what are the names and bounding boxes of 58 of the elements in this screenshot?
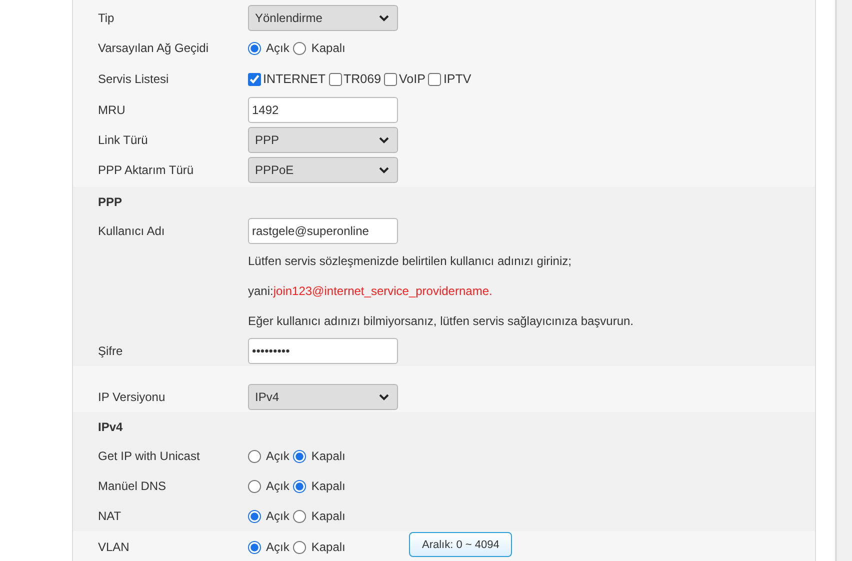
dropdown[interactable]: IPv4: [248, 384, 398, 410]
dropdown[interactable]: PPPoE: [248, 157, 398, 183]
checkbox[interactable]: [428, 72, 442, 86]
field-label: Şifre: [98, 344, 124, 358]
checkbox[interactable]: [384, 72, 398, 86]
radio-button[interactable]: [293, 450, 306, 462]
radio-button[interactable]: [248, 450, 261, 462]
option-label: Açık: [266, 509, 290, 523]
radio-button[interactable]: [293, 42, 306, 54]
section-heading: IPv4: [97, 418, 124, 436]
radio-button[interactable]: [248, 42, 261, 54]
radio-button[interactable]: [248, 480, 261, 492]
section-heading: PPP: [97, 194, 124, 210]
radio-button[interactable]: [248, 510, 261, 522]
field-label: Link Türü: [98, 133, 149, 147]
input-field[interactable]: rastgele@superonline: [248, 218, 398, 244]
option-label: Açık: [266, 41, 290, 55]
hint-text: Eğer kullanıcı adınızı bilmiyorsanız, lütfen servis sağlayıcınıza başvurun.: [248, 314, 635, 328]
radio-button[interactable]: [248, 540, 261, 554]
option-label: INTERNET: [263, 72, 326, 86]
option-label: Açık: [266, 540, 290, 554]
chevron-down-icon: [379, 136, 389, 144]
checkbox[interactable]: [328, 72, 342, 86]
field-label: Varsayılan Ağ Geçidi: [98, 41, 210, 55]
option-label: Kapalı: [311, 540, 346, 554]
field-label: Manüel DNS: [98, 479, 168, 493]
checkbox[interactable]: [248, 72, 261, 86]
input-field[interactable]: •••••••••: [248, 338, 398, 364]
radio-button[interactable]: [293, 540, 306, 554]
field-label: Tip: [98, 11, 116, 25]
field-label: Servis Listesi: [98, 72, 170, 86]
option-label: Kapalı: [311, 449, 346, 463]
radio-button[interactable]: [293, 480, 306, 492]
dropdown[interactable]: PPP: [248, 127, 398, 153]
hint-text: Lütfen servis sözleşmenizde belirtilen kullanıcı adınızı giriniz;: [248, 254, 572, 268]
chevron-down-icon: [379, 166, 389, 174]
field-label: VLAN: [98, 540, 130, 554]
input-field[interactable]: 1492: [248, 97, 398, 123]
option-label: Açık: [266, 479, 290, 493]
field-label: Kullanıcı Adı: [98, 224, 166, 238]
radio-button[interactable]: [293, 510, 306, 522]
tooltip: Aralık: 0 ~ 4094: [409, 532, 512, 557]
chevron-down-icon: [379, 393, 389, 401]
option-label: TR069: [344, 72, 382, 86]
field-label: PPP Aktarım Türü: [98, 163, 195, 177]
option-label: IPTV: [443, 72, 472, 86]
option-label: Kapalı: [311, 41, 346, 55]
option-label: Kapalı: [311, 509, 346, 523]
hint-text: yani:join123@internet_service_providername.: [248, 284, 494, 298]
option-label: Kapalı: [311, 479, 346, 493]
field-label: MRU: [98, 103, 126, 117]
option-label: VoIP: [399, 72, 426, 86]
option-label: Açık: [266, 449, 290, 463]
field-label: IP Versiyonu: [98, 390, 166, 404]
dropdown[interactable]: Yönlendirme: [248, 5, 398, 31]
field-label: Get IP with Unicast: [98, 449, 201, 463]
chevron-down-icon: [379, 14, 389, 22]
field-label: NAT: [98, 509, 122, 523]
